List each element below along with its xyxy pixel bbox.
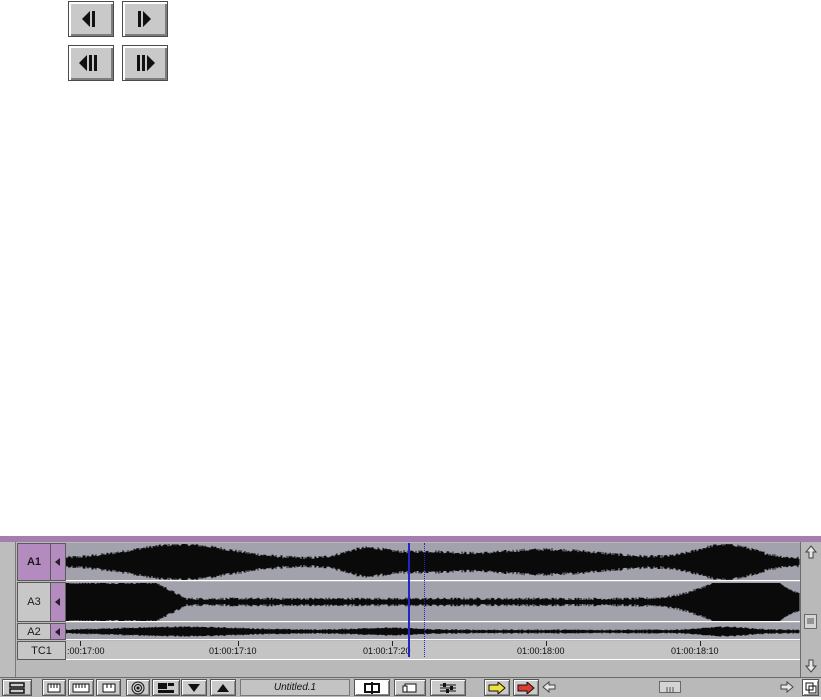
track-selector-a3[interactable]: A3 — [17, 582, 51, 622]
audio-monitor-a3[interactable] — [51, 582, 66, 622]
audio-monitor-a1[interactable] — [51, 543, 66, 581]
audio-monitor-a2[interactable] — [51, 623, 66, 640]
step-down-button[interactable] — [181, 679, 207, 696]
zoom-out-button[interactable] — [42, 679, 66, 696]
audio-waveform — [66, 583, 800, 621]
audio-track-a2[interactable] — [66, 623, 800, 640]
triangle-up-icon — [217, 683, 229, 692]
scroll-left-arrow-icon[interactable] — [541, 679, 557, 695]
timeline-scale-large-icon — [102, 683, 115, 692]
zoom-in-button[interactable] — [96, 679, 121, 696]
source-record-button[interactable] — [394, 679, 426, 696]
trim-left-ten-frames-button[interactable] — [68, 45, 114, 81]
red-arrow-icon — [517, 681, 535, 694]
scroll-up-arrow-icon[interactable] — [803, 544, 819, 560]
horizontal-scroll-thumb[interactable] — [659, 681, 681, 693]
speaker-icon — [55, 558, 60, 566]
trim-right-one-frame-icon — [138, 11, 151, 27]
track-view-icon — [158, 682, 174, 693]
vertical-scroll-thumb[interactable] — [804, 614, 817, 629]
timeline-left-strip — [0, 542, 16, 697]
track-selector-a2[interactable]: A2 — [17, 623, 51, 640]
segment-mode-icon — [364, 681, 380, 694]
timeline-title-bar[interactable] — [0, 536, 821, 542]
zoom-medium-button[interactable] — [68, 679, 94, 696]
step-up-button[interactable] — [210, 679, 236, 696]
track-selector-a1[interactable]: A1 — [17, 543, 51, 581]
window-resize-button[interactable] — [802, 679, 819, 696]
source-record-icon — [402, 683, 417, 692]
audio-mixer-button[interactable] — [430, 679, 466, 696]
horizontal-scrollbar[interactable] — [541, 679, 799, 696]
triangle-down-icon — [188, 683, 200, 692]
segment-mode-button[interactable] — [354, 679, 390, 696]
track-height-button[interactable] — [2, 679, 32, 696]
audio-waveform — [66, 626, 800, 637]
timecode-label: :00:17:00 — [67, 646, 105, 656]
scroll-down-arrow-icon[interactable] — [803, 658, 819, 674]
focus-button[interactable] — [126, 679, 150, 696]
timecode-label: 01:00:17:10 — [209, 646, 257, 656]
track-height-icon — [9, 681, 25, 694]
position-indicator[interactable] — [408, 543, 410, 657]
trim-left-ten-frames-icon — [79, 55, 97, 71]
trim-right-one-frame-button[interactable] — [122, 1, 168, 37]
target-icon — [131, 681, 145, 694]
sliders-icon — [440, 682, 456, 693]
trim-left-one-frame-button[interactable] — [68, 1, 114, 37]
audio-track-a1[interactable] — [66, 543, 800, 581]
timeline-scale-medium-icon — [72, 683, 90, 692]
mark-in-indicator — [424, 543, 425, 657]
resize-icon — [805, 682, 816, 693]
timeline-scale-small-icon — [47, 683, 61, 692]
timecode-track[interactable]: :00:17:00 01:00:17:10 01:00:17:20 01:00:… — [66, 641, 800, 660]
timeline-toolbar: Untitled.1 — [0, 677, 821, 697]
extract-button[interactable] — [513, 679, 539, 696]
timeline-window: A1 A3 A2 TC1 :00:17:00 01:00:17:10 01:00… — [0, 536, 821, 697]
trim-right-ten-frames-icon — [137, 55, 155, 71]
trim-left-one-frame-icon — [82, 11, 95, 27]
sequence-name: Untitled.1 — [240, 679, 350, 696]
timecode-label: 01:00:17:20 — [363, 646, 411, 656]
trim-right-ten-frames-button[interactable] — [122, 45, 168, 81]
vertical-scrollbar[interactable] — [800, 542, 821, 677]
track-view-button[interactable] — [152, 679, 180, 696]
scroll-right-arrow-icon[interactable] — [779, 679, 795, 695]
track-selector-tc1[interactable]: TC1 — [17, 641, 66, 660]
timecode-label: 01:00:18:00 — [517, 646, 565, 656]
speaker-icon — [55, 627, 60, 636]
timecode-label: 01:00:18:10 — [671, 646, 719, 656]
yellow-arrow-icon — [488, 681, 506, 694]
lift-button[interactable] — [484, 679, 510, 696]
audio-track-a3[interactable] — [66, 582, 800, 622]
speaker-icon — [55, 598, 60, 606]
audio-waveform — [66, 544, 800, 580]
